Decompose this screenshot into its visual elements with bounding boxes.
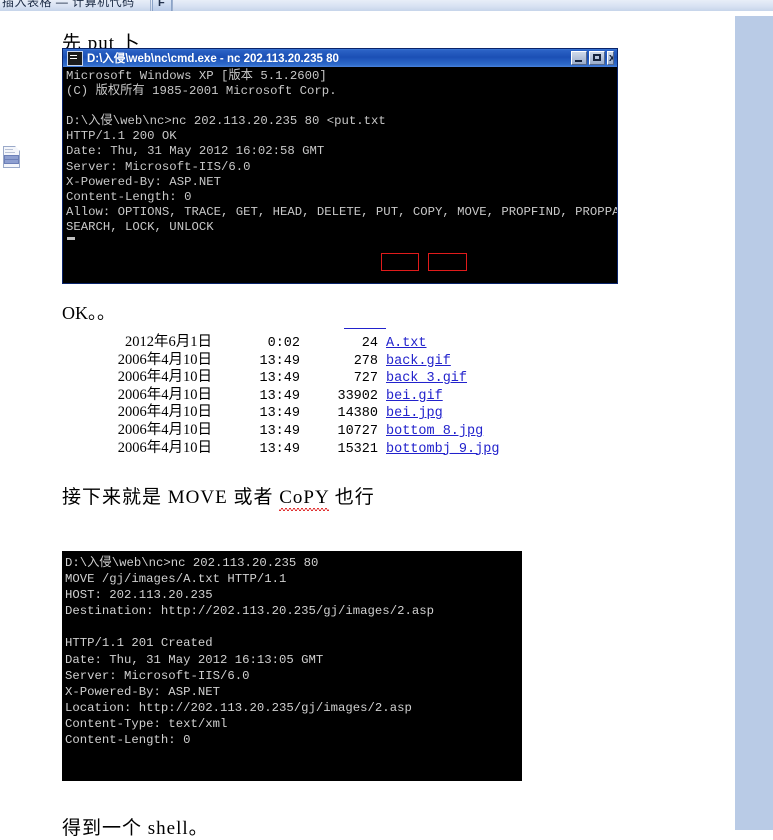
listing-file-link[interactable]: bei.jpg — [386, 405, 443, 423]
listing-file-link[interactable]: back.gif — [386, 353, 451, 371]
cmd-window[interactable]: D:\入侵\web\nc\cmd.exe - nc 202.113.20.235… — [62, 48, 618, 284]
listing-size: 33902 — [337, 388, 378, 404]
toolbar-cut-label: 插入表格 — 计算机代码 — [2, 0, 135, 9]
listing-date: 2006年4月10日 — [117, 439, 212, 456]
listing-time: 13:49 — [259, 423, 300, 439]
listing-time: 13:49 — [259, 388, 300, 404]
listing-size: 15321 — [337, 441, 378, 457]
listing-date: 2012年6月1日 — [125, 334, 212, 350]
cmd-block2[interactable]: D:\入侵\web\nc>nc 202.113.20.235 80 MOVE /… — [62, 551, 522, 781]
listing-date: 2006年4月10日 — [117, 351, 212, 368]
table-row: 2012年6月1日 0:02 24 A.txt — [62, 334, 499, 352]
minimize-button[interactable] — [571, 51, 587, 65]
listing-file-link[interactable]: bottombj_9.jpg — [386, 441, 499, 459]
directory-listing: 2012年6月1日 0:02 24 A.txt 2006年4月10日 13:49 278 ba… — [62, 334, 500, 459]
copy-misspelled-word: CoPY — [279, 487, 329, 511]
move-highlight-box — [428, 253, 467, 271]
listing-file-link[interactable]: back_3.gif — [386, 370, 467, 388]
cmd-titlebar[interactable]: D:\入侵\web\nc\cmd.exe - nc 202.113.20.235… — [63, 49, 617, 67]
listing-size: 14380 — [337, 406, 378, 422]
maximize-button[interactable] — [589, 51, 605, 65]
copy-highlight-box — [381, 253, 419, 271]
cmd-console-output: Microsoft Windows XP [版本 5.1.2600] (C) 版… — [66, 69, 617, 234]
cmd-window-controls[interactable]: x — [571, 51, 614, 65]
table-row: 2006年4月10日 13:49 278 back.gif — [62, 352, 499, 370]
move-copy-prefix: 接下来就是 MOVE 或者 — [62, 487, 280, 508]
listing-file-link[interactable]: A.txt — [386, 335, 427, 353]
margin-document-icon — [3, 146, 20, 168]
toolbar-separator-2 — [172, 0, 173, 11]
listing-date: 2006年4月10日 — [117, 369, 212, 386]
ok-paragraph: OK。。 — [62, 303, 115, 323]
cmd-block2-output: D:\入侵\web\nc>nc 202.113.20.235 80 MOVE /… — [65, 556, 434, 748]
listing-file-link[interactable]: bei.gif — [386, 388, 443, 406]
listing-size: 278 — [353, 353, 378, 369]
close-button[interactable]: x — [607, 51, 614, 65]
document-workspace: 先 put 卜 D:\入侵\web\nc\cmd.exe - nc 202.11… — [0, 16, 773, 839]
listing-time: 0:02 — [267, 336, 300, 351]
document-page: 先 put 卜 D:\入侵\web\nc\cmd.exe - nc 202.11… — [0, 16, 735, 839]
listing-date: 2006年4月10日 — [117, 404, 212, 421]
listing-time: 13:49 — [259, 441, 300, 457]
listing-size: 727 — [353, 371, 378, 387]
listing-date: 2006年4月10日 — [117, 386, 212, 403]
toolbar-separator — [150, 0, 151, 11]
move-copy-suffix: 也行 — [328, 487, 375, 508]
listing-size: 24 — [361, 336, 378, 351]
console-icon — [67, 50, 83, 66]
shell-paragraph: 得到一个 shell。 — [62, 818, 209, 839]
table-row: 2006年4月10日 13:49 14380 bei.jpg — [62, 404, 499, 422]
listing-time: 13:49 — [259, 371, 300, 387]
cmd-caret — [67, 237, 75, 240]
listing-time: 13:49 — [259, 353, 300, 369]
maximize-icon — [593, 54, 601, 61]
cmd-title-text: D:\入侵\web\nc\cmd.exe - nc 202.113.20.235… — [87, 53, 339, 65]
close-icon: x — [609, 52, 613, 64]
table-row: 2006年4月10日 13:49 727 back_3.gif — [62, 369, 499, 387]
listing-date: 2006年4月10日 — [117, 421, 212, 438]
listing-time: 13:49 — [259, 406, 300, 422]
minimize-icon — [575, 60, 582, 62]
listing-file-link[interactable]: bottom_8.jpg — [386, 423, 483, 441]
listing-top-rule — [344, 328, 386, 329]
toolbar-tab-glyph-label: F — [158, 0, 165, 9]
table-row: 2006年4月10日 13:49 15321 bottombj_9.jpg — [62, 439, 500, 459]
table-row: 2006年4月10日 13:49 10727 bottom_8.jpg — [62, 422, 499, 440]
table-row: 2006年4月10日 13:49 33902 bei.gif — [62, 387, 499, 405]
move-copy-paragraph: 接下来就是 MOVE 或者 CoPY 也行 — [62, 482, 375, 509]
cmd-console-body[interactable]: Microsoft Windows XP [版本 5.1.2600] (C) 版… — [63, 67, 617, 283]
listing-size: 10727 — [337, 423, 378, 439]
